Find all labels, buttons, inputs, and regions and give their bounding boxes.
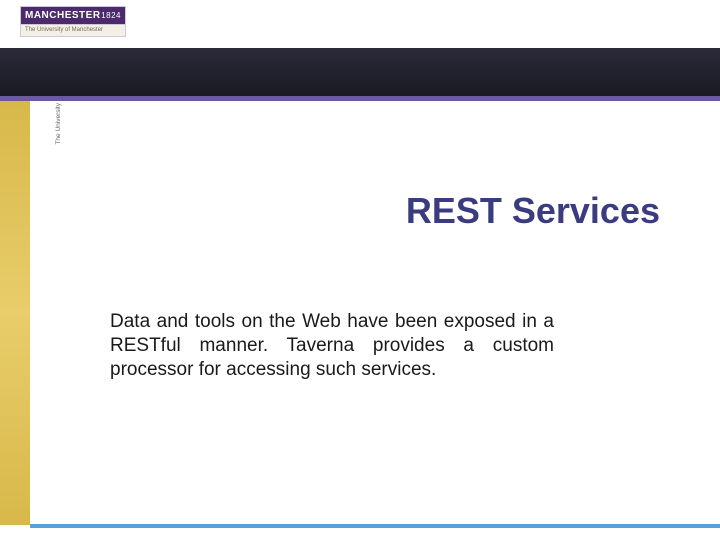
header-underline <box>0 96 720 101</box>
slide-title: REST Services <box>406 190 660 232</box>
slide-body: Data and tools on the Web have been expo… <box>110 310 554 381</box>
left-sidebar <box>0 101 30 525</box>
university-logo: MANCHESTER 1824 The University of Manche… <box>20 6 126 46</box>
logo-year: 1824 <box>101 11 121 20</box>
slide: MANCHESTER 1824 The University of Manche… <box>0 0 720 540</box>
header-bar <box>0 48 720 96</box>
logo-top: MANCHESTER 1824 <box>20 6 126 25</box>
logo-subtitle: The University of Manchester <box>20 25 126 37</box>
footer-line <box>30 524 720 528</box>
logo-name: MANCHESTER <box>25 10 101 21</box>
